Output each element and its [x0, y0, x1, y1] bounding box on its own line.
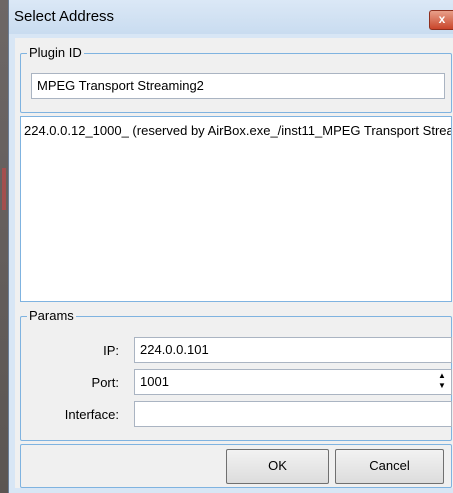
- ip-label: IP:: [103, 343, 119, 358]
- dialog-bottom-border: [15, 488, 453, 493]
- spin-down-icon[interactable]: ▼: [434, 381, 450, 391]
- port-spinner[interactable]: ▲ ▼: [434, 371, 450, 393]
- port-label: Port:: [91, 375, 119, 390]
- plugin-id-group: Plugin ID MPEG Transport Streaming2: [20, 45, 452, 113]
- ok-button[interactable]: OK: [226, 449, 329, 484]
- close-icon: x: [438, 12, 446, 26]
- button-bar: OK Cancel: [20, 444, 452, 488]
- params-group: Params IP: 224.0.0.101 Port: 1001 ▲ ▼ In…: [20, 308, 452, 441]
- params-legend: Params: [27, 308, 76, 324]
- interface-label: Interface:: [64, 407, 119, 422]
- dialog-content: Plugin ID MPEG Transport Streaming2 224.…: [15, 38, 453, 493]
- port-stepper[interactable]: 1001 ▲ ▼: [134, 369, 452, 395]
- dialog-title: Select Address: [14, 8, 115, 25]
- plugin-id-field[interactable]: MPEG Transport Streaming2: [31, 73, 445, 99]
- background-window-edge: [0, 0, 8, 493]
- port-value: 1001: [140, 374, 169, 389]
- cancel-button[interactable]: Cancel: [335, 449, 444, 484]
- address-list[interactable]: 224.0.0.12_1000_ (reserved by AirBox.exe…: [20, 116, 452, 302]
- address-list-item[interactable]: 224.0.0.12_1000_ (reserved by AirBox.exe…: [24, 123, 451, 138]
- plugin-id-legend: Plugin ID: [27, 45, 84, 61]
- select-address-dialog: Select Address x Plugin ID MPEG Transpor…: [8, 0, 453, 493]
- interface-field[interactable]: [134, 401, 452, 427]
- close-button[interactable]: x: [429, 10, 453, 30]
- spin-up-icon[interactable]: ▲: [434, 371, 450, 381]
- title-bar[interactable]: Select Address x: [9, 0, 453, 34]
- ip-field[interactable]: 224.0.0.101: [134, 337, 452, 363]
- background-window-detail: [2, 168, 6, 210]
